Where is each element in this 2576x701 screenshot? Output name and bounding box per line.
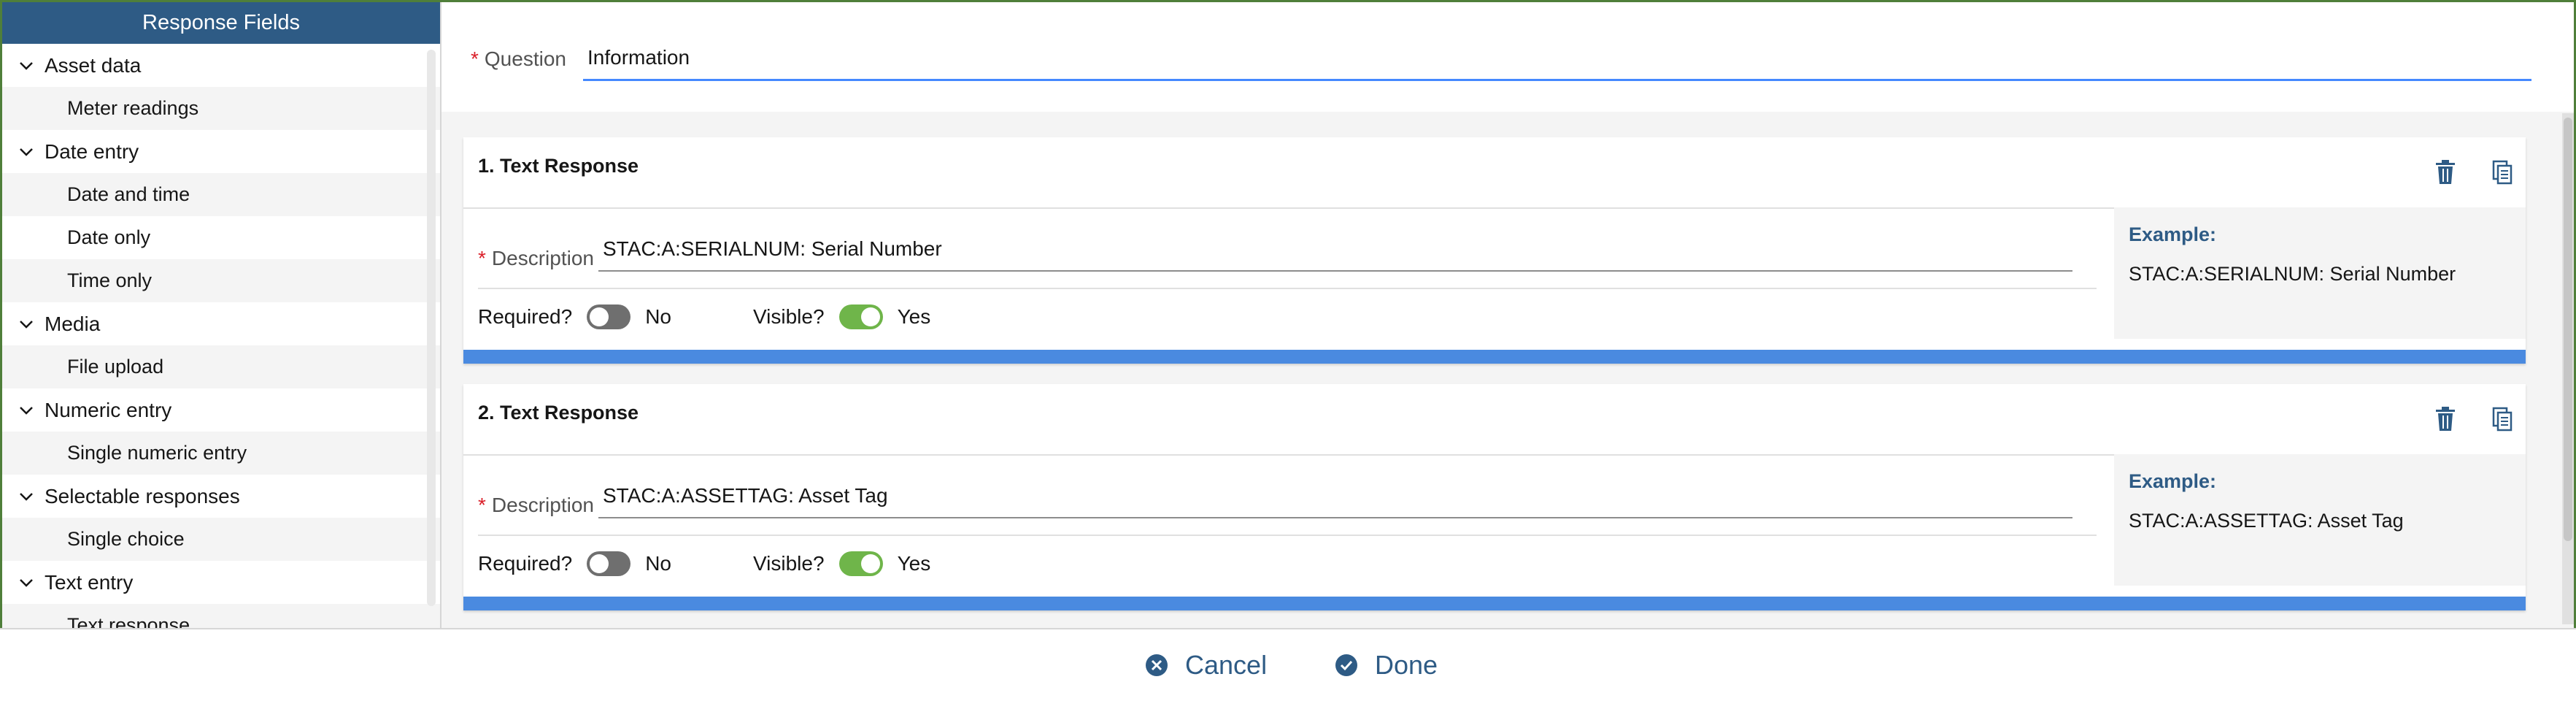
- required-state: No: [645, 305, 671, 328]
- field-item-single-choice[interactable]: Single choice: [2, 518, 440, 561]
- divider: [478, 535, 2097, 536]
- scrollbar-thumb[interactable]: [2564, 118, 2572, 541]
- required-asterisk: *: [471, 47, 479, 70]
- visible-toggle[interactable]: [838, 304, 883, 329]
- card-accent-bar: [463, 597, 2526, 610]
- group-selectable-responses[interactable]: Selectable responses: [2, 475, 440, 518]
- question-editor: *Question 1. Text Response *Description …: [441, 2, 2574, 628]
- group-label: Numeric entry: [45, 398, 172, 421]
- duplicate-icon[interactable]: [2486, 403, 2518, 435]
- response-card-title: 2. Text Response: [478, 402, 639, 424]
- group-text-entry[interactable]: Text entry: [2, 561, 440, 604]
- chevron-down-icon[interactable]: [18, 489, 34, 505]
- visible-state: Yes: [897, 552, 931, 575]
- required-toggle[interactable]: [587, 304, 631, 329]
- description-input[interactable]: [598, 475, 2072, 518]
- divider: [478, 288, 2097, 289]
- example-panel: Example: STAC:A:SERIALNUM: Serial Number: [2114, 207, 2526, 339]
- delete-icon[interactable]: [2429, 156, 2461, 188]
- done-button[interactable]: Done: [1334, 650, 1438, 681]
- cancel-label: Cancel: [1185, 650, 1268, 680]
- duplicate-icon[interactable]: [2486, 156, 2518, 188]
- checkmark-icon: [1335, 654, 1357, 676]
- toggle-knob: [590, 554, 609, 573]
- toggle-knob: [860, 554, 880, 573]
- visible-label: Visible?: [753, 305, 825, 328]
- chevron-down-icon[interactable]: [18, 575, 34, 591]
- dialog-footer: Cancel Done: [0, 628, 2576, 701]
- group-date-entry[interactable]: Date entry: [2, 130, 440, 173]
- response-card-body: *Description Required? No Visible? Yes: [463, 454, 2114, 586]
- chevron-down-icon[interactable]: [18, 402, 34, 418]
- response-card-body: *Description Required? No Visible? Yes: [463, 207, 2114, 339]
- response-options-row: Required? No Visible? Yes: [478, 301, 930, 333]
- example-label: Example:: [2129, 470, 2217, 492]
- chevron-down-icon[interactable]: [18, 58, 34, 74]
- question-bar: * Question: [441, 2, 2574, 112]
- visible-label: Visible?: [753, 552, 825, 575]
- group-label: Date entry: [45, 139, 139, 163]
- question-label: * Question: [471, 47, 566, 70]
- example-label: Example:: [2129, 223, 2217, 245]
- response-fields-title: Response Fields: [2, 2, 440, 44]
- group-label: Text entry: [45, 570, 134, 594]
- done-label: Done: [1375, 650, 1438, 680]
- required-label: Required?: [478, 552, 573, 575]
- required-asterisk: *: [478, 494, 486, 516]
- example-value: STAC:A:ASSETTAG: Asset Tag: [2129, 510, 2404, 532]
- card-accent-bar: [463, 350, 2526, 364]
- example-value: STAC:A:SERIALNUM: Serial Number: [2129, 263, 2456, 285]
- required-label: Required?: [478, 305, 573, 328]
- group-label: Asset data: [45, 53, 142, 77]
- sidebar-scrollbar[interactable]: [427, 50, 436, 606]
- field-item-meter-readings[interactable]: Meter readings: [2, 87, 440, 130]
- cancel-button[interactable]: Cancel: [1144, 650, 1267, 681]
- response-fields-panel: Response Fields Asset data Meter reading…: [2, 2, 441, 628]
- response-card-1: 1. Text Response *Description Required? …: [463, 137, 2526, 364]
- required-state: No: [645, 552, 671, 575]
- required-toggle[interactable]: [587, 551, 631, 576]
- group-label: Selectable responses: [45, 484, 240, 507]
- field-item-time-only[interactable]: Time only: [2, 259, 440, 302]
- question-input[interactable]: [583, 36, 2531, 81]
- chevron-down-icon[interactable]: [18, 316, 34, 332]
- chevron-down-icon[interactable]: [18, 144, 34, 160]
- field-item-file-upload[interactable]: File upload: [2, 345, 440, 388]
- field-item-date-and-time[interactable]: Date and time: [2, 173, 440, 216]
- delete-icon[interactable]: [2429, 403, 2461, 435]
- response-card-header: 1. Text Response: [463, 137, 2526, 209]
- response-card-header: 2. Text Response: [463, 384, 2526, 456]
- field-item-single-numeric-entry[interactable]: Single numeric entry: [2, 432, 440, 475]
- visible-state: Yes: [897, 305, 931, 328]
- group-label: Media: [45, 312, 101, 335]
- response-card-2: 2. Text Response *Description Required? …: [463, 384, 2526, 610]
- example-panel: Example: STAC:A:ASSETTAG: Asset Tag: [2114, 454, 2526, 586]
- field-item-date-only[interactable]: Date only: [2, 216, 440, 259]
- description-label: * Description: [478, 494, 594, 516]
- visible-toggle[interactable]: [838, 551, 883, 576]
- group-numeric-entry[interactable]: Numeric entry: [2, 388, 440, 432]
- toggle-knob: [590, 307, 609, 326]
- required-asterisk: *: [478, 247, 486, 269]
- main-scrollbar[interactable]: [2562, 113, 2574, 624]
- field-item-text-response[interactable]: Text response: [2, 604, 440, 628]
- response-options-row: Required? No Visible? Yes: [478, 548, 930, 580]
- toggle-knob: [860, 307, 880, 326]
- response-card-title: 1. Text Response: [478, 155, 639, 177]
- description-label: * Description: [478, 247, 594, 269]
- cancel-icon: [1146, 654, 1168, 676]
- response-fields-list: Asset data Meter readings Date entry Dat…: [2, 44, 440, 628]
- group-media[interactable]: Media: [2, 302, 440, 345]
- group-asset-data[interactable]: Asset data: [2, 44, 440, 87]
- description-input[interactable]: [598, 228, 2072, 272]
